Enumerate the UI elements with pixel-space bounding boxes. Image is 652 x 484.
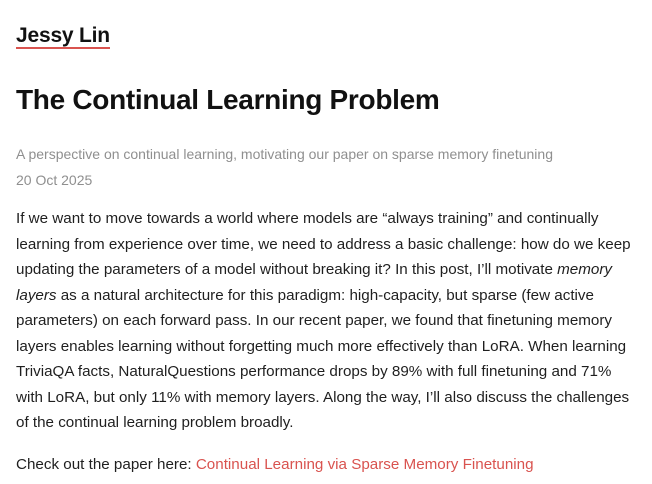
paragraph-line: TriviaQA facts, NaturalQuestions perform… [16, 363, 612, 380]
blog-post-page: Jessy Lin The Continual Learning Problem… [0, 0, 652, 484]
paragraph-line: updating the parameters of a model witho… [16, 257, 638, 283]
post-subtitle: A perspective on continual learning, mot… [16, 146, 553, 162]
paper-link[interactable]: Continual Learning via Sparse Memory Fin… [196, 456, 534, 473]
paragraph-line: parameters) on each forward pass. In our… [16, 312, 613, 329]
emphasis-layers: layers [16, 286, 57, 304]
post-intro-paragraph: If we want to move towards a world where… [16, 206, 638, 436]
paragraph-text: as a natural architecture for this parad… [56, 286, 594, 304]
post-title: The Continual Learning Problem [16, 84, 440, 115]
paragraph-text: updating the parameters of a model witho… [16, 261, 558, 278]
post-date: 20 Oct 2025 [16, 172, 93, 188]
paragraph-line: layers enables learning without forgetti… [16, 337, 627, 355]
paper-callout: Check out the paper here: Continual Lear… [16, 452, 534, 477]
paper-callout-prefix: Check out the paper here: [16, 456, 196, 473]
paragraph-line: of the continual learning problem broadl… [16, 414, 294, 431]
paragraph-line: If we want to move towards a world where… [16, 210, 599, 227]
emphasis-memory: memory [557, 261, 612, 278]
paragraph-line: learning from experience over time, we n… [16, 235, 631, 253]
paragraph-line: layers as a natural architecture for thi… [16, 283, 638, 309]
site-name-link[interactable]: Jessy Lin [16, 24, 110, 49]
paragraph-line: with LoRA, but only 11% with memory laye… [16, 388, 630, 406]
